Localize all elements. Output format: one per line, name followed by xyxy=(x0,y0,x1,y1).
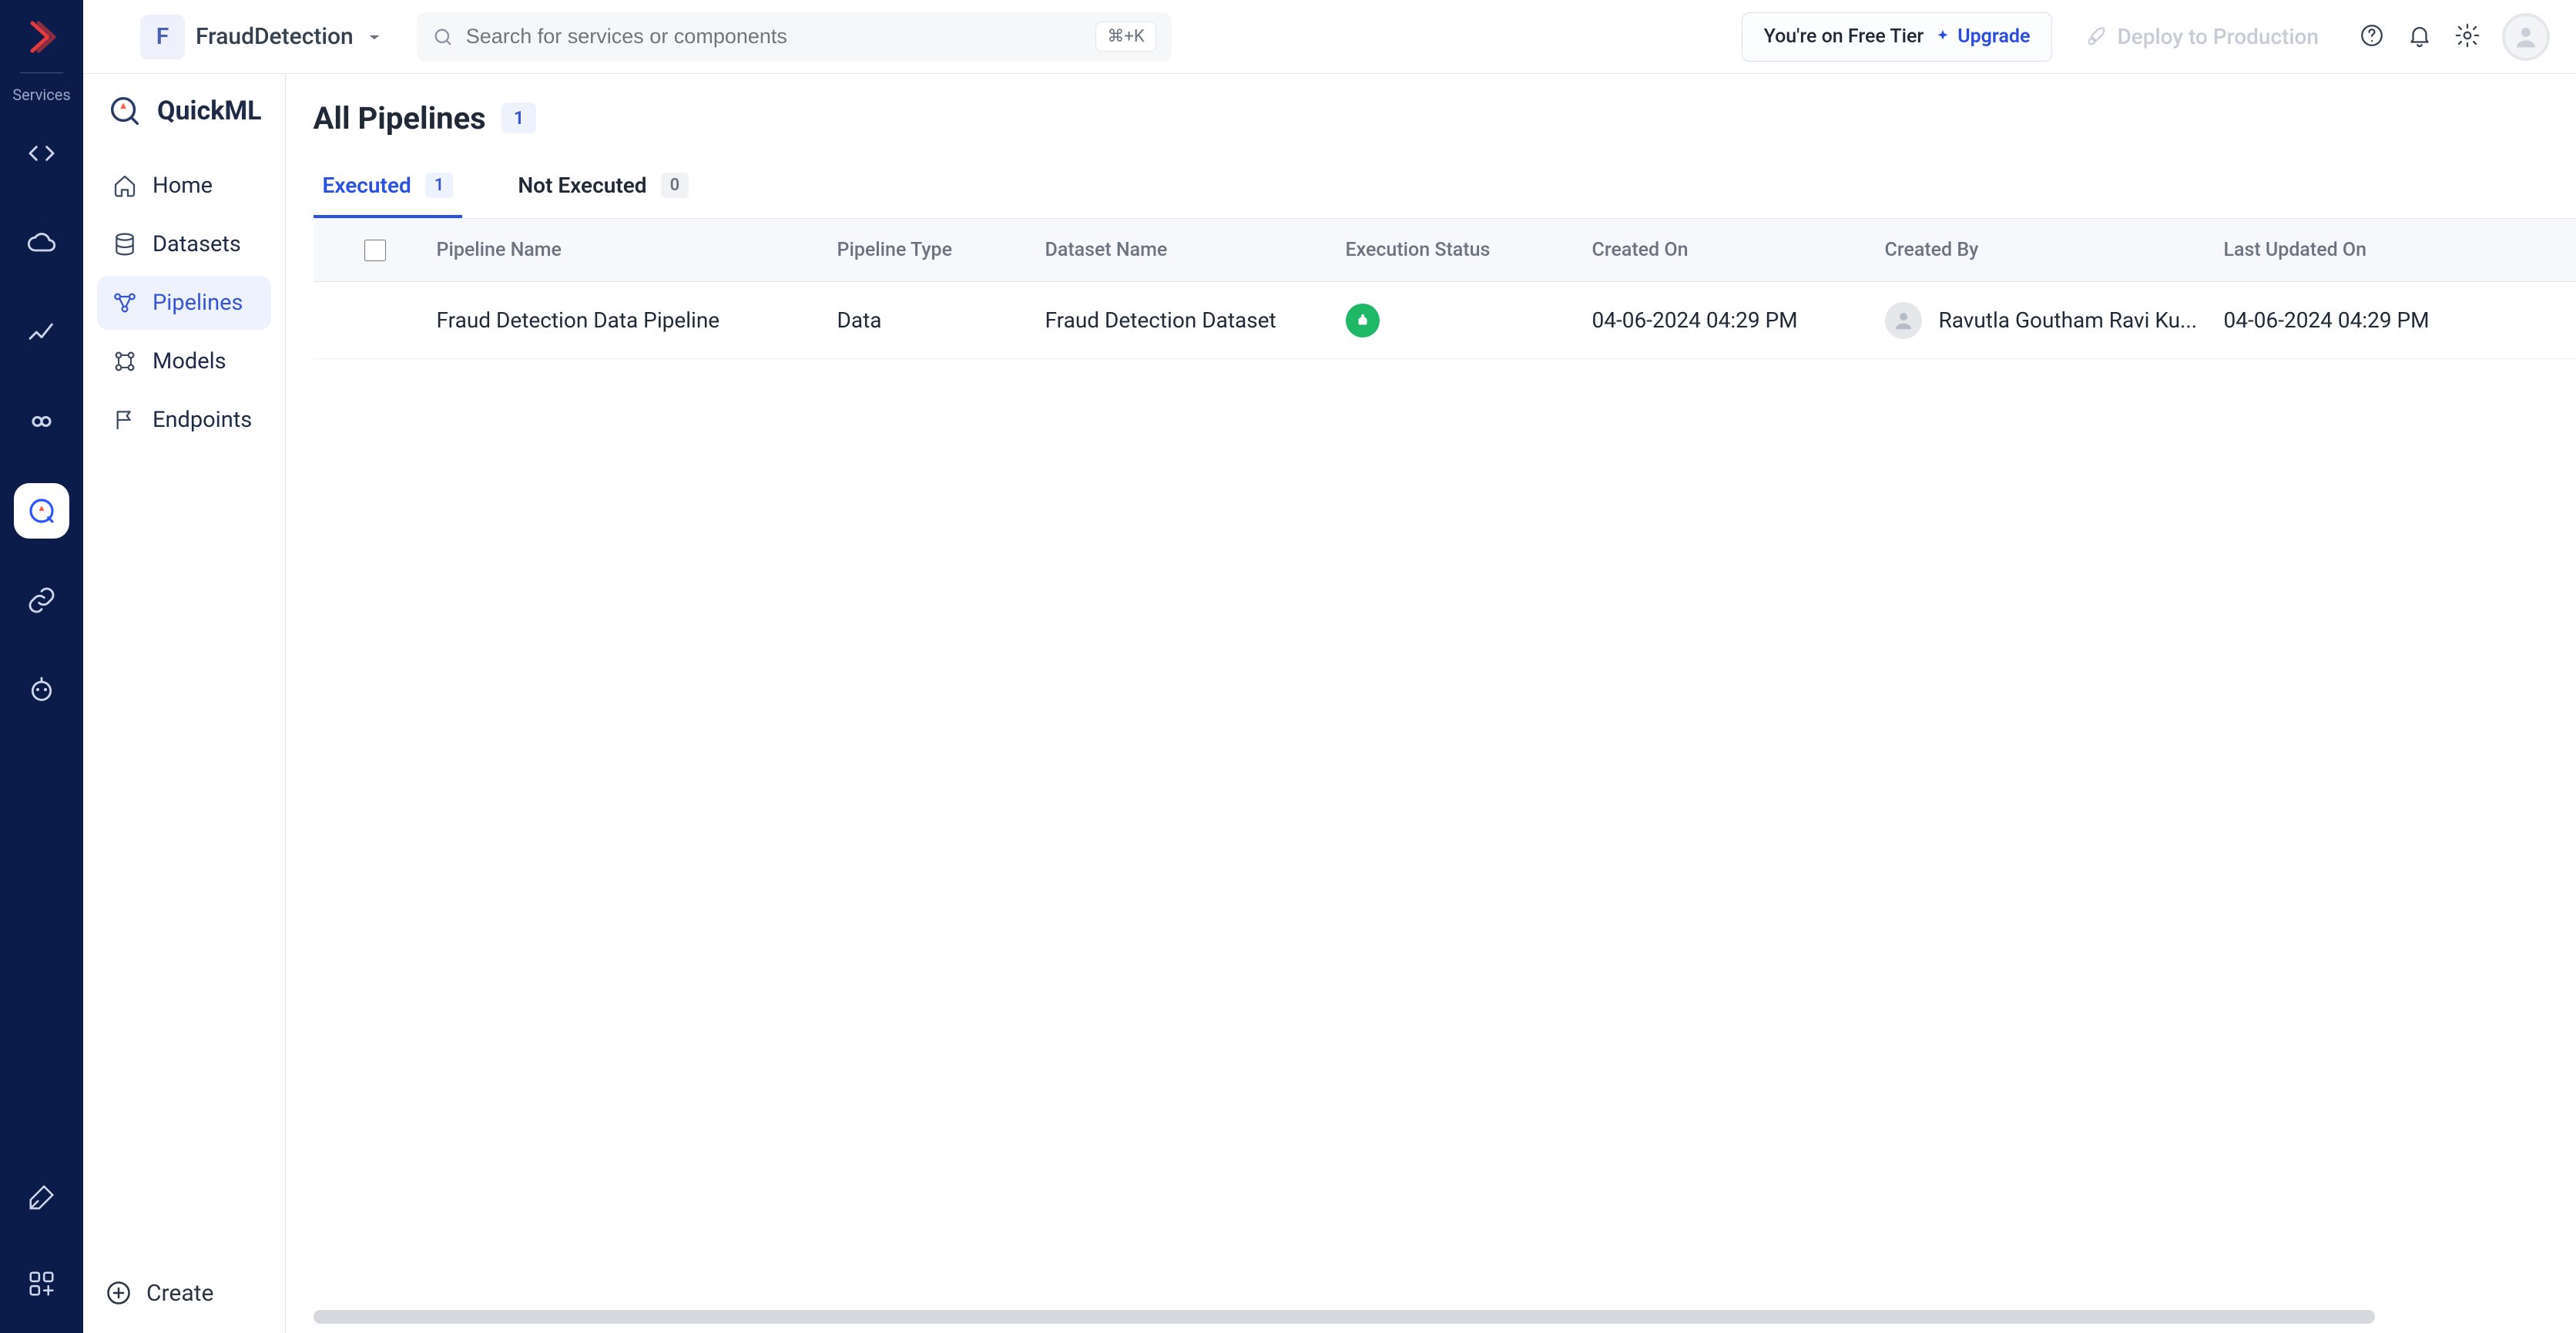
cell-pipeline-type: Data xyxy=(837,307,1045,333)
brand-icon xyxy=(106,92,143,129)
rail-item-bot-icon[interactable] xyxy=(14,662,69,717)
cell-dataset-name: Fraud Detection Dataset xyxy=(1045,307,1346,333)
nav-endpoints[interactable]: Endpoints xyxy=(97,393,271,447)
cell-last-updated: 04-06-2024 04:29 PM xyxy=(2224,307,2563,333)
rail-services-label: Services xyxy=(12,86,70,104)
nav-datasets[interactable]: Datasets xyxy=(97,217,271,271)
col-execution-status[interactable]: Execution Status xyxy=(1346,239,1592,261)
models-icon xyxy=(112,349,137,374)
scrollbar-thumb[interactable] xyxy=(314,1310,2375,1324)
rail-item-analytics-icon[interactable] xyxy=(14,304,69,360)
tab-not-executed[interactable]: Not Executed 0 xyxy=(508,168,698,218)
rail-item-quickml-icon[interactable] xyxy=(14,483,69,539)
project-avatar: F xyxy=(140,15,185,59)
nav-models[interactable]: Models xyxy=(97,334,271,388)
service-rail: Services xyxy=(0,0,83,1333)
col-created-on[interactable]: Created On xyxy=(1592,239,1885,261)
nav-datasets-label: Datasets xyxy=(153,231,241,257)
tab-executed-count: 1 xyxy=(425,173,454,198)
nav-pipelines-label: Pipelines xyxy=(153,290,243,316)
database-icon xyxy=(112,232,137,257)
col-last-updated[interactable]: Last Updated On xyxy=(2224,239,2563,261)
rail-item-link-icon[interactable] xyxy=(14,572,69,628)
table-header: Pipeline Name Pipeline Type Dataset Name… xyxy=(314,219,2576,282)
pipelines-table: Pipeline Name Pipeline Type Dataset Name… xyxy=(314,219,2576,1333)
tabs: Executed 1 Not Executed 0 xyxy=(314,168,2576,219)
nav-endpoints-label: Endpoints xyxy=(153,407,252,433)
tab-executed[interactable]: Executed 1 xyxy=(314,168,463,218)
col-dataset-name[interactable]: Dataset Name xyxy=(1045,239,1346,261)
main-content: All Pipelines 1 Create Pipeline Executed… xyxy=(286,0,2576,1333)
nav-pipelines[interactable]: Pipelines xyxy=(97,276,271,330)
col-pipeline-name[interactable]: Pipeline Name xyxy=(437,239,837,261)
flag-icon xyxy=(112,408,137,432)
cell-pipeline-name: Fraud Detection Data Pipeline xyxy=(437,307,837,333)
nav-home-label: Home xyxy=(153,173,213,199)
page-title: All Pipelines xyxy=(314,100,486,136)
rail-item-infinity-icon[interactable] xyxy=(14,394,69,449)
page-header: All Pipelines 1 Create Pipeline xyxy=(314,91,2576,145)
pipeline-icon xyxy=(112,290,137,315)
creator-name: Ravutla Goutham Ravi Ku... xyxy=(1939,307,2198,333)
tab-not-executed-label: Not Executed xyxy=(518,173,646,198)
rail-item-cloud-icon[interactable] xyxy=(14,215,69,270)
brand-name: QuickML xyxy=(157,96,262,126)
rail-divider xyxy=(20,72,63,73)
rail-item-tools-icon[interactable] xyxy=(14,1170,69,1225)
tab-not-executed-count: 0 xyxy=(661,173,689,198)
sidebar: QuickML Home Datasets Pipelines Models E… xyxy=(83,0,286,1333)
status-success-icon xyxy=(1346,304,1380,337)
plus-circle-icon xyxy=(105,1279,132,1307)
app-logo-icon xyxy=(20,15,63,59)
creator-avatar-icon xyxy=(1885,302,1922,339)
col-pipeline-type[interactable]: Pipeline Type xyxy=(837,239,1045,261)
rail-item-code-icon[interactable] xyxy=(14,126,69,181)
horizontal-scrollbar[interactable] xyxy=(314,1310,2576,1324)
table-row[interactable]: Fraud Detection Data Pipeline Data Fraud… xyxy=(314,282,2576,359)
cell-created-by: Ravutla Goutham Ravi Ku... xyxy=(1885,302,2224,339)
home-icon xyxy=(112,173,137,198)
col-created-by[interactable]: Created By xyxy=(1885,239,2224,261)
sidebar-create-label: Create xyxy=(146,1280,213,1307)
brand: QuickML xyxy=(83,92,285,129)
select-all-checkbox[interactable] xyxy=(364,240,386,261)
tab-executed-label: Executed xyxy=(323,173,411,198)
page-count-badge: 1 xyxy=(501,102,537,133)
nav-models-label: Models xyxy=(153,348,226,374)
nav-home[interactable]: Home xyxy=(97,159,271,213)
rail-item-apps-icon[interactable] xyxy=(14,1256,69,1311)
cell-created-on: 04-06-2024 04:29 PM xyxy=(1592,307,1885,333)
sidebar-create[interactable]: Create xyxy=(83,1259,285,1333)
